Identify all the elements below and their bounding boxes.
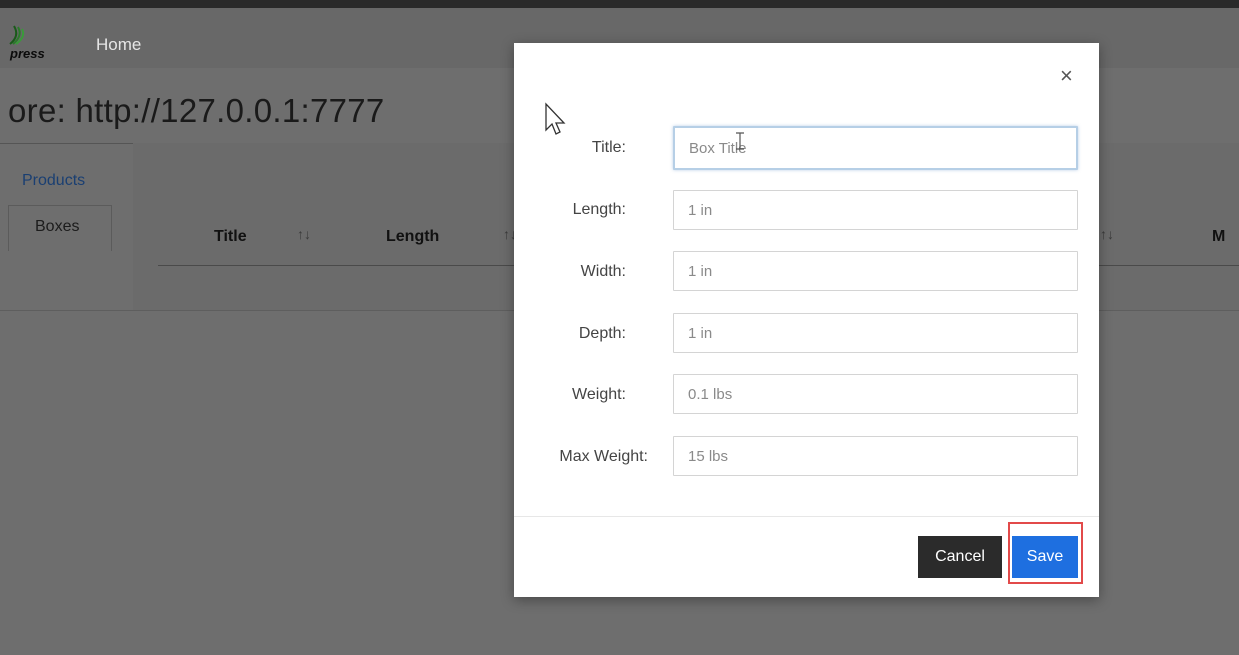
close-icon[interactable]: ×: [1060, 63, 1073, 89]
cancel-button[interactable]: Cancel: [918, 536, 1002, 578]
max-weight-label: Max Weight:: [559, 448, 648, 465]
logo-text: press: [10, 46, 45, 61]
width-input[interactable]: [673, 251, 1078, 291]
length-label: Length:: [572, 201, 626, 218]
logo-icon: [9, 25, 25, 45]
browser-top-strip: [0, 0, 1239, 8]
depth-label: Depth:: [578, 325, 626, 342]
title-input[interactable]: [673, 126, 1078, 170]
save-button[interactable]: Save: [1012, 536, 1078, 578]
title-label: Title:: [591, 139, 626, 156]
length-input[interactable]: [673, 190, 1078, 230]
tab-products[interactable]: Products: [22, 172, 85, 190]
sort-icon[interactable]: ↑↓: [297, 226, 311, 242]
column-header-title[interactable]: Title: [214, 228, 247, 246]
tab-boxes-label: Boxes: [35, 218, 80, 235]
weight-label: Weight:: [572, 386, 626, 403]
column-header-max-weight[interactable]: M: [1212, 228, 1225, 246]
depth-input[interactable]: [673, 313, 1078, 353]
page-title: ore: http://127.0.0.1:7777: [8, 92, 385, 129]
mouse-pointer-icon: [545, 102, 566, 135]
tab-boxes[interactable]: Boxes: [8, 205, 112, 251]
width-label: Width:: [580, 263, 626, 280]
column-header-length[interactable]: Length: [386, 228, 439, 246]
nav-home-link[interactable]: Home: [96, 35, 141, 55]
text-cursor-icon: [736, 132, 744, 150]
modal-footer-divider: [514, 516, 1099, 517]
max-weight-input[interactable]: [673, 436, 1078, 476]
sort-icon[interactable]: ↑↓: [1100, 226, 1114, 242]
weight-input[interactable]: [673, 374, 1078, 414]
